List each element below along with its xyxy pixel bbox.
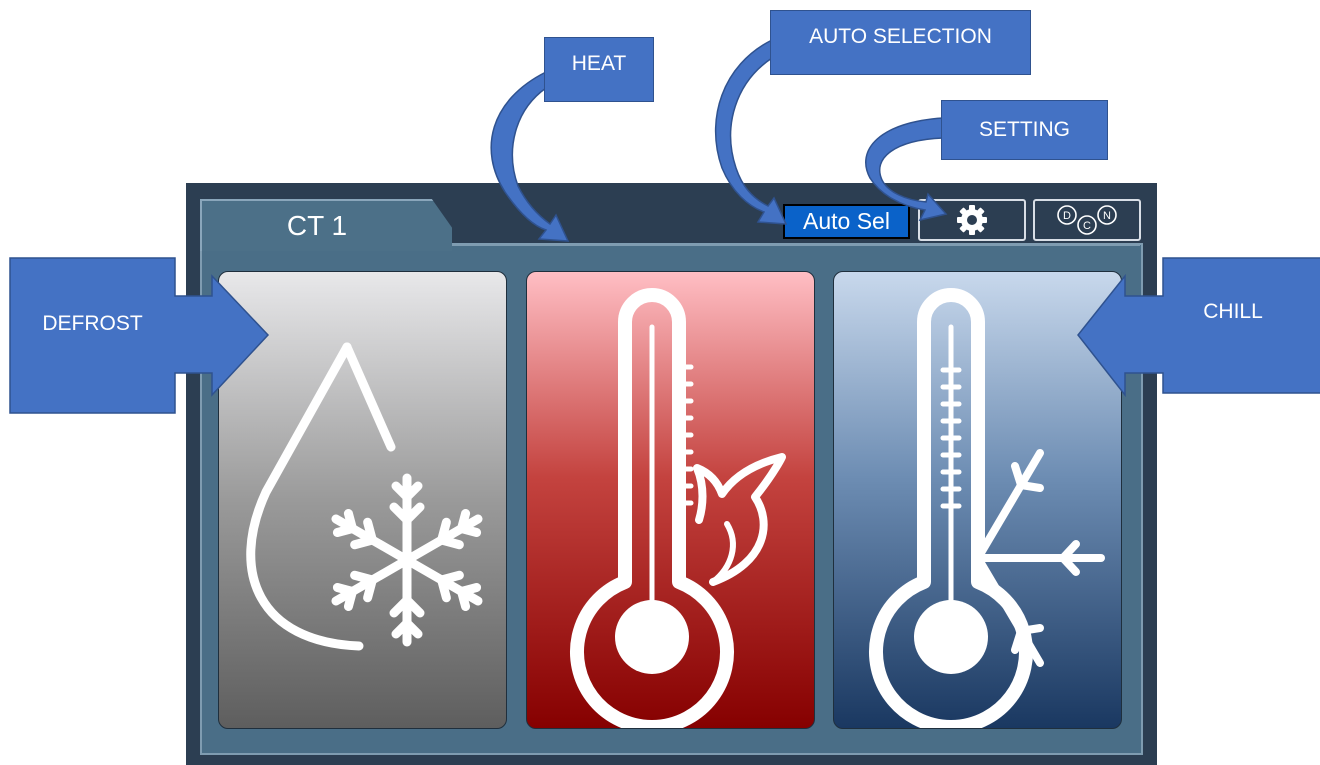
callout-heat-label: HEAT [571,52,627,75]
callout-setting: SETTING [941,100,1108,160]
dcn-button[interactable]: D C N [1033,199,1141,241]
tab-divider [452,243,1140,246]
dcn-letter-c: C [1083,220,1091,232]
dcn-logo-icon: D C N [1057,205,1117,235]
drop-snowflake-icon [246,342,507,651]
mode-tile-defrost[interactable] [218,271,507,729]
callout-heat: HEAT [544,37,654,102]
auto-select-button[interactable]: Auto Sel [783,204,910,239]
callout-defrost-label: DEFROST [42,312,143,335]
mode-tile-chill[interactable] [833,271,1122,729]
callout-setting-label: SETTING [978,118,1070,141]
thermometer-flame-icon [570,288,786,728]
callout-auto-label: AUTO SELECTION [809,25,992,48]
gear-icon [957,205,987,235]
auto-select-label: Auto Sel [803,208,890,234]
thermometer-snowflake-icon [869,288,1105,728]
tab-ct1[interactable]: CT 1 [200,199,452,251]
mode-tile-heat[interactable] [526,271,815,729]
callout-auto-selection: AUTO SELECTION [770,10,1031,75]
tab-label: CT 1 [286,210,348,241]
callout-chill-label: CHILL [1203,300,1263,323]
dcn-letter-n: N [1103,210,1111,222]
settings-button[interactable] [918,199,1026,241]
dcn-letter-d: D [1063,210,1071,222]
